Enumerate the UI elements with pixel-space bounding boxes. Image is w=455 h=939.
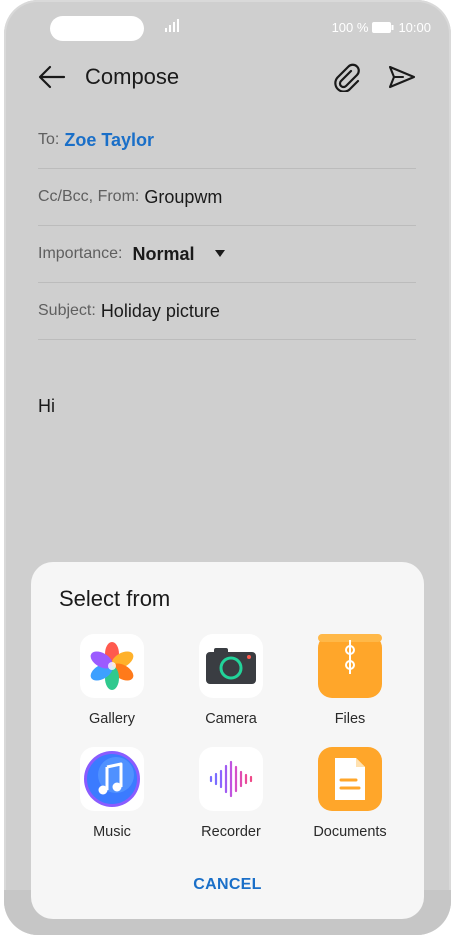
status-bar-right: 100 % 10:00 [332, 18, 431, 36]
documents-label: Documents [313, 824, 387, 840]
message-body[interactable]: Hi [38, 396, 55, 417]
gallery-icon [80, 634, 144, 698]
recorder-option[interactable]: Recorder [176, 747, 286, 840]
to-field[interactable]: To: Zoe Taylor [38, 112, 416, 169]
documents-icon [318, 747, 382, 811]
phone-screen: 100 % 10:00 Compose To: Zoe Taylor Cc/Bc… [4, 0, 451, 935]
music-label: Music [93, 824, 131, 840]
camera-icon [199, 634, 263, 698]
music-option[interactable]: Music [57, 747, 167, 840]
send-icon[interactable] [387, 64, 417, 90]
importance-field[interactable]: Importance: Normal [38, 226, 416, 283]
paperclip-icon[interactable] [332, 62, 362, 92]
compose-header: Compose [4, 56, 451, 100]
signal-icon [165, 19, 179, 32]
gallery-option[interactable]: Gallery [57, 634, 167, 727]
gallery-label: Gallery [89, 711, 135, 727]
files-label: Files [334, 711, 366, 727]
to-label: To: [38, 131, 60, 148]
battery-percent: 100 % [331, 19, 369, 35]
importance-value[interactable]: Normal [132, 244, 194, 265]
importance-label: Importance: [38, 245, 123, 262]
camera-option[interactable]: Camera [176, 634, 286, 727]
clock: 10:00 [398, 19, 431, 35]
cancel-button[interactable]: CANCEL [31, 876, 424, 894]
battery-icon [372, 21, 394, 33]
cc-bcc-from-label: Cc/Bcc, From: [38, 188, 140, 205]
recorder-label: Recorder [201, 824, 261, 840]
music-icon [80, 747, 144, 811]
to-recipient[interactable]: Zoe Taylor [64, 130, 154, 151]
camera-notch [50, 16, 144, 41]
caret-down-icon[interactable] [214, 250, 225, 258]
from-value[interactable]: Groupwm [144, 187, 222, 208]
files-icon [318, 634, 382, 698]
subject-value[interactable]: Holiday picture [101, 301, 220, 322]
sheet-title: Select from [59, 586, 171, 611]
subject-field[interactable]: Subject: Holiday picture [38, 283, 416, 340]
camera-label: Camera [205, 711, 257, 727]
documents-option[interactable]: Documents [295, 747, 405, 840]
select-from-sheet: Select from Gallery Camera Files Music R… [31, 562, 424, 919]
files-option[interactable]: Files [295, 634, 405, 727]
page-title: Compose [85, 64, 180, 89]
recorder-icon [199, 747, 263, 811]
subject-label: Subject: [38, 302, 96, 319]
arrow-left-icon[interactable] [37, 64, 67, 90]
cc-bcc-from-field[interactable]: Cc/Bcc, From: Groupwm [38, 169, 416, 226]
